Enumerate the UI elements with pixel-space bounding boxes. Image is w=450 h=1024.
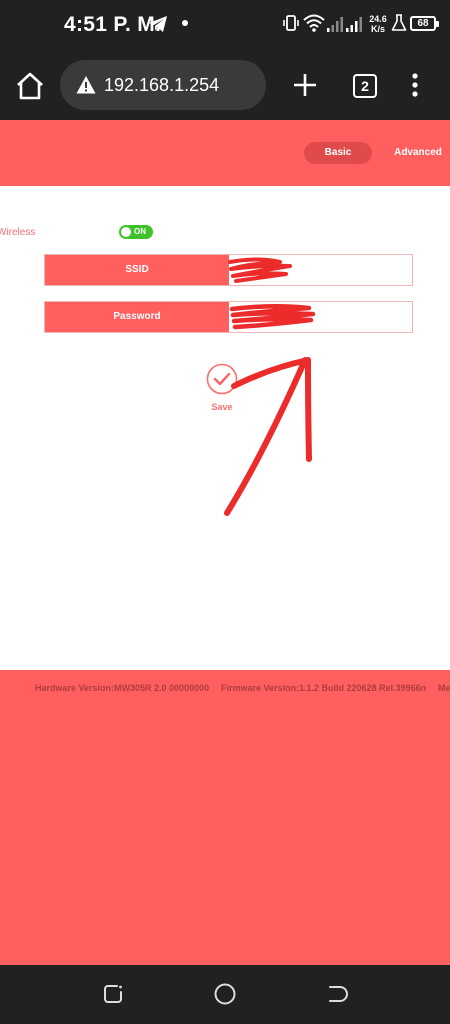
toggle-knob <box>121 227 131 237</box>
recents-icon[interactable] <box>102 983 124 1005</box>
status-bar: 4:51 P. M. 24.6 K/s 68 <box>0 0 450 50</box>
footer-extra-text: Me <box>438 683 450 693</box>
back-icon[interactable] <box>327 983 349 1005</box>
check-circle-icon[interactable] <box>206 363 238 395</box>
router-header: Basic Advanced <box>0 120 450 186</box>
save-label[interactable]: Save <box>202 402 242 412</box>
wireless-label: Wireless <box>0 227 36 238</box>
battery-icon: 68 <box>410 16 439 31</box>
telegram-icon <box>149 16 167 32</box>
vibrate-icon <box>283 15 299 31</box>
plus-icon[interactable] <box>290 70 320 100</box>
firmware-version: Firmware Version:1.1.2 Build 220628 Rel.… <box>221 683 427 693</box>
password-label: Password <box>45 302 229 332</box>
notification-dot-icon <box>182 20 188 26</box>
signal-icon <box>346 17 362 32</box>
status-time: 4:51 P. M. <box>64 13 162 36</box>
home-circle-icon[interactable] <box>213 982 237 1006</box>
ssid-input[interactable] <box>229 255 412 285</box>
ssid-label: SSID <box>45 255 229 285</box>
wifi-icon <box>303 14 325 32</box>
url-text[interactable]: 192.168.1.254 <box>104 75 219 96</box>
toggle-text: ON <box>134 227 146 236</box>
network-speed-value: 24.6 <box>369 14 387 24</box>
system-navigation-bar <box>0 965 450 1024</box>
tabs-icon[interactable]: 2 <box>353 74 377 98</box>
tab-advanced[interactable]: Advanced <box>389 142 447 164</box>
home-icon[interactable] <box>14 70 46 102</box>
network-speed: 24.6 K/s <box>366 14 390 34</box>
warning-icon[interactable] <box>76 75 96 95</box>
signal-icon <box>327 17 343 32</box>
browser-toolbar: 192.168.1.254 2 <box>0 50 450 120</box>
tab-basic[interactable]: Basic <box>304 142 372 164</box>
wireless-toggle[interactable]: ON <box>119 225 153 239</box>
wireless-settings-panel: Wireless ON SSID Password Save <box>0 186 450 670</box>
router-footer: Hardware Version:MW305R 2.0 00000000 Fir… <box>0 670 450 965</box>
more-vert-icon[interactable] <box>407 70 423 100</box>
password-input[interactable] <box>229 302 412 332</box>
password-row: Password <box>44 301 413 333</box>
flask-icon <box>391 14 407 31</box>
hardware-version: Hardware Version:MW305R 2.0 00000000 <box>35 683 210 693</box>
network-speed-unit: K/s <box>370 24 385 34</box>
ssid-row: SSID <box>44 254 413 286</box>
address-bar[interactable]: 192.168.1.254 <box>60 60 266 110</box>
